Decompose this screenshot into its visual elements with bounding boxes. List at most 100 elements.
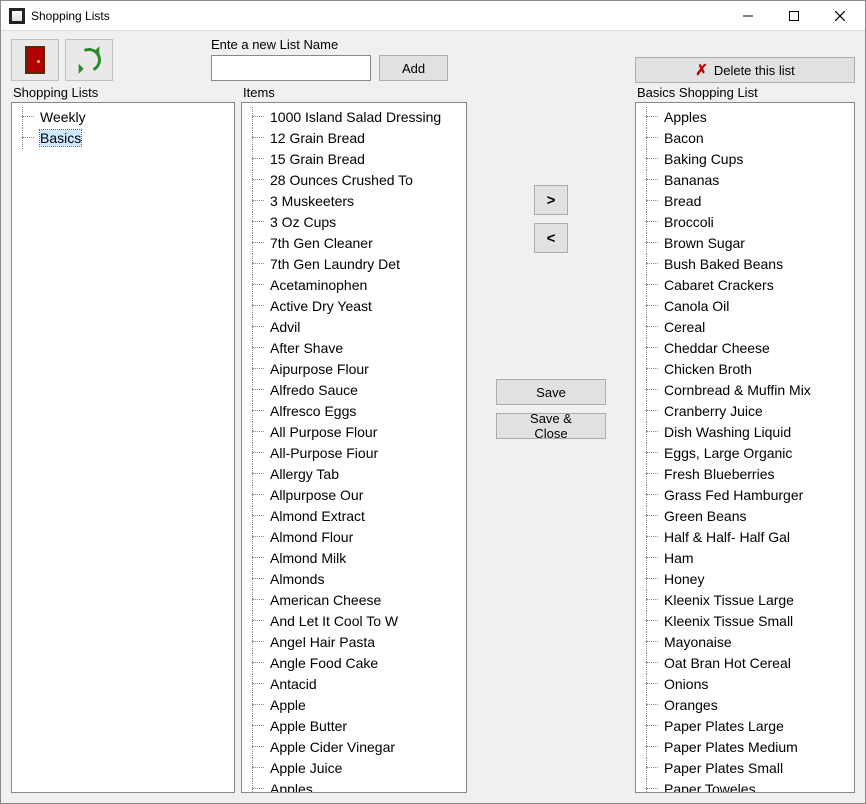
tree-item-label: Apple Cider Vinegar bbox=[270, 739, 395, 755]
tree-item-label: 15 Grain Bread bbox=[270, 151, 365, 167]
save-button[interactable]: Save bbox=[496, 379, 606, 405]
tree-item-label: Apples bbox=[664, 109, 707, 125]
door-icon bbox=[25, 46, 45, 74]
tree-item[interactable]: 7th Gen Laundry Det bbox=[244, 254, 467, 275]
tree-item[interactable]: Bush Baked Beans bbox=[638, 254, 852, 275]
tree-item[interactable]: 15 Grain Bread bbox=[244, 149, 467, 170]
tree-item[interactable]: Alfredo Sauce bbox=[244, 380, 467, 401]
tree-item[interactable]: 3 Muskeeters bbox=[244, 191, 467, 212]
tree-item[interactable]: Half & Half- Half Gal bbox=[638, 527, 852, 548]
refresh-button[interactable] bbox=[65, 39, 113, 81]
tree-item-label: Almonds bbox=[270, 571, 324, 587]
tree-item[interactable]: 28 Ounces Crushed To bbox=[244, 170, 467, 191]
add-button[interactable]: Add bbox=[379, 55, 448, 81]
maximize-button[interactable] bbox=[771, 1, 817, 31]
tree-item[interactable]: American Cheese bbox=[244, 590, 467, 611]
tree-item[interactable]: Apple Juice bbox=[244, 758, 467, 779]
tree-item[interactable]: Cheddar Cheese bbox=[638, 338, 852, 359]
tree-item[interactable]: Green Beans bbox=[638, 506, 852, 527]
tree-item-label: Allergy Tab bbox=[270, 466, 339, 482]
tree-item[interactable]: Grass Fed Hamburger bbox=[638, 485, 852, 506]
tree-item[interactable]: And Let It Cool To W bbox=[244, 611, 467, 632]
tree-item[interactable]: Apple Butter bbox=[244, 716, 467, 737]
close-button[interactable] bbox=[817, 1, 863, 31]
tree-item[interactable]: 1000 Island Salad Dressing bbox=[244, 107, 467, 128]
tree-item[interactable]: Kleenix Tissue Small bbox=[638, 611, 852, 632]
tree-item[interactable]: Angle Food Cake bbox=[244, 653, 467, 674]
tree-item[interactable]: Almond Extract bbox=[244, 506, 467, 527]
tree-item[interactable]: Paper Plates Large bbox=[638, 716, 852, 737]
tree-item-label: Bacon bbox=[664, 130, 704, 146]
tree-item-label: All Purpose Flour bbox=[270, 424, 377, 440]
tree-item[interactable]: Baking Cups bbox=[638, 149, 852, 170]
tree-item[interactable]: 3 Oz Cups bbox=[244, 212, 467, 233]
tree-item[interactable]: Cereal bbox=[638, 317, 852, 338]
tree-item[interactable]: Allpurpose Our bbox=[244, 485, 467, 506]
tree-item[interactable]: Onions bbox=[638, 674, 852, 695]
tree-item[interactable]: Almonds bbox=[244, 569, 467, 590]
tree-item[interactable]: After Shave bbox=[244, 338, 467, 359]
tree-item[interactable]: Allergy Tab bbox=[244, 464, 467, 485]
tree-item[interactable]: Bananas bbox=[638, 170, 852, 191]
tree-item[interactable]: Bacon bbox=[638, 128, 852, 149]
tree-item[interactable]: Chicken Broth bbox=[638, 359, 852, 380]
tree-item[interactable]: Apples bbox=[638, 107, 852, 128]
items-tree[interactable]: 1000 Island Salad Dressing 12 Grain Bread… bbox=[241, 102, 467, 793]
save-close-button[interactable]: Save & Close bbox=[496, 413, 606, 439]
selected-list-tree[interactable]: Apples Bacon Baking CupsBananasBreadBrocco… bbox=[635, 102, 855, 793]
tree-item[interactable]: Oranges bbox=[638, 695, 852, 716]
new-list-label: Ente a new List Name bbox=[211, 37, 448, 52]
lists-tree[interactable]: WeeklyBasics bbox=[11, 102, 235, 793]
tree-item[interactable]: Alfresco Eggs bbox=[244, 401, 467, 422]
tree-item[interactable]: Paper Toweles bbox=[638, 779, 852, 793]
tree-item[interactable]: Cranberry Juice bbox=[638, 401, 852, 422]
tree-item[interactable]: Eggs, Large Organic bbox=[638, 443, 852, 464]
tree-item[interactable]: Apples bbox=[244, 779, 467, 793]
tree-item[interactable]: Honey bbox=[638, 569, 852, 590]
tree-item[interactable]: Angel Hair Pasta bbox=[244, 632, 467, 653]
tree-item[interactable]: Basics bbox=[14, 128, 232, 149]
tree-item[interactable]: Kleenix Tissue Large bbox=[638, 590, 852, 611]
tree-item[interactable]: Ham bbox=[638, 548, 852, 569]
move-left-button[interactable]: < bbox=[534, 223, 568, 253]
tree-item[interactable]: All Purpose Flour bbox=[244, 422, 467, 443]
tree-item[interactable]: Mayonaise bbox=[638, 632, 852, 653]
tree-item[interactable]: Broccoli bbox=[638, 212, 852, 233]
tree-item[interactable]: Canola Oil bbox=[638, 296, 852, 317]
tree-item[interactable]: Dish Washing Liquid bbox=[638, 422, 852, 443]
tree-item-label: Angel Hair Pasta bbox=[270, 634, 375, 650]
tree-item-label: 7th Gen Cleaner bbox=[270, 235, 373, 251]
tree-item[interactable]: Fresh Blueberries bbox=[638, 464, 852, 485]
tree-item[interactable]: Paper Plates Small bbox=[638, 758, 852, 779]
tree-item[interactable]: Active Dry Yeast bbox=[244, 296, 467, 317]
tree-item[interactable]: All-Purpose Fiour bbox=[244, 443, 467, 464]
lists-panel: Shopping Lists WeeklyBasics bbox=[11, 85, 235, 793]
tree-item[interactable]: Cabaret Crackers bbox=[638, 275, 852, 296]
delete-icon: ✗ bbox=[695, 61, 708, 79]
minimize-button[interactable] bbox=[725, 1, 771, 31]
tree-item[interactable]: 12 Grain Bread bbox=[244, 128, 467, 149]
tree-item[interactable]: Brown Sugar bbox=[638, 233, 852, 254]
tree-item-label: 1000 Island Salad Dressing bbox=[270, 109, 441, 125]
tree-item[interactable]: Cornbread & Muffin Mix bbox=[638, 380, 852, 401]
toolbar: Ente a new List Name Add ✗ Delete this l… bbox=[1, 31, 865, 85]
exit-button[interactable] bbox=[11, 39, 59, 81]
tree-item[interactable]: Apple bbox=[244, 695, 467, 716]
move-right-button[interactable]: > bbox=[534, 185, 568, 215]
tree-item-label: Honey bbox=[664, 571, 704, 587]
tree-item[interactable]: Weekly bbox=[14, 107, 232, 128]
tree-item[interactable]: Aipurpose Flour bbox=[244, 359, 467, 380]
delete-list-button[interactable]: ✗ Delete this list bbox=[635, 57, 855, 83]
tree-item[interactable]: Paper Plates Medium bbox=[638, 737, 852, 758]
tree-item[interactable]: Advil bbox=[244, 317, 467, 338]
tree-item[interactable]: Almond Milk bbox=[244, 548, 467, 569]
tree-item[interactable]: 7th Gen Cleaner bbox=[244, 233, 467, 254]
tree-item[interactable]: Acetaminophen bbox=[244, 275, 467, 296]
tree-item-label: Almond Milk bbox=[270, 550, 346, 566]
tree-item[interactable]: Almond Flour bbox=[244, 527, 467, 548]
tree-item[interactable]: Apple Cider Vinegar bbox=[244, 737, 467, 758]
tree-item[interactable]: Antacid bbox=[244, 674, 467, 695]
tree-item[interactable]: Oat Bran Hot Cereal bbox=[638, 653, 852, 674]
new-list-input[interactable] bbox=[211, 55, 371, 81]
tree-item[interactable]: Bread bbox=[638, 191, 852, 212]
